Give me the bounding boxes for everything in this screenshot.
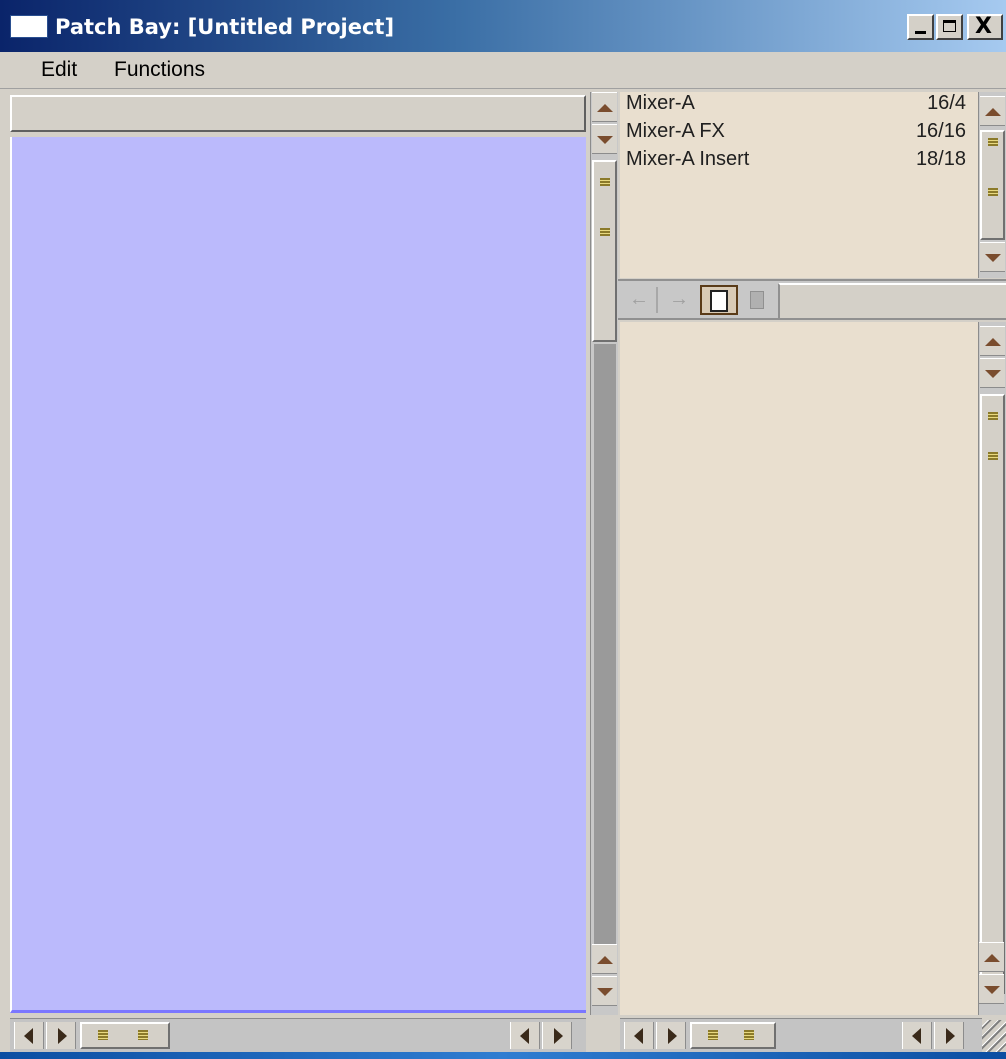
right-scroll-right-button[interactable]	[656, 1022, 686, 1049]
delete-button[interactable]	[742, 285, 772, 315]
arrow-right-icon	[668, 1028, 677, 1044]
device-ports: 16/4	[927, 92, 966, 114]
maximize-button[interactable]	[936, 14, 963, 40]
left-hscroll-thumb[interactable]	[80, 1022, 170, 1049]
trash-icon	[750, 291, 764, 309]
new-document-button[interactable]	[700, 285, 738, 315]
arrow-right-icon	[58, 1028, 67, 1044]
left-scroll-track[interactable]	[594, 344, 616, 944]
connection-area[interactable]	[620, 322, 978, 1015]
menu-edit[interactable]: Edit	[41, 58, 77, 82]
grip-icon	[744, 1030, 754, 1040]
devices-scroll-up-button[interactable]	[980, 96, 1005, 126]
maximize-icon	[943, 20, 956, 32]
right-scroll-thumb[interactable]	[980, 394, 1005, 994]
right-hscroll-thumb[interactable]	[690, 1022, 776, 1049]
grip-icon	[988, 452, 998, 460]
taskbar-strip	[0, 1052, 1006, 1059]
close-button[interactable]: X	[967, 14, 1003, 40]
grip-icon	[600, 178, 610, 186]
right-scroll-up-button[interactable]	[980, 326, 1005, 356]
left-lower-scroll-right-button[interactable]	[542, 1022, 572, 1049]
menu-bar: Edit Functions	[0, 52, 1006, 89]
left-vertical-scrollbar[interactable]	[590, 92, 618, 1015]
right-lower-scroll-up-button[interactable]	[979, 942, 1004, 972]
devices-scroll-thumb[interactable]	[980, 130, 1005, 240]
toolbar-field[interactable]	[778, 283, 1006, 318]
arrow-left-icon	[520, 1028, 529, 1044]
grip-icon	[138, 1030, 148, 1040]
minimize-icon	[915, 31, 926, 34]
arrow-up-icon	[985, 108, 1001, 116]
arrow-right-icon	[946, 1028, 955, 1044]
right-vertical-scrollbar[interactable]	[978, 322, 1006, 1015]
device-item[interactable]: Mixer-A FX 16/16	[626, 120, 966, 146]
left-pane-header	[10, 95, 586, 132]
left-horizontal-scrollbar[interactable]	[10, 1018, 586, 1052]
device-ports: 16/16	[915, 120, 966, 142]
right-lower-scroll-right-button[interactable]	[934, 1022, 964, 1049]
arrow-left-icon	[24, 1028, 33, 1044]
grip-icon	[98, 1030, 108, 1040]
device-name: Mixer-A Insert	[626, 148, 750, 170]
device-ports: 18/18	[915, 148, 966, 170]
devices-vertical-scrollbar[interactable]	[978, 92, 1006, 278]
resize-grip-icon[interactable]	[982, 1020, 1006, 1054]
arrow-up-icon	[597, 956, 613, 964]
arrow-left-icon	[912, 1028, 921, 1044]
title-bar[interactable]: Patch Bay: [Untitled Project] X	[0, 0, 1006, 52]
device-list: Mixer-A 16/4 Mixer-A FX 16/16 Mixer-A In…	[620, 92, 978, 278]
grip-icon	[988, 188, 998, 196]
right-lower-scroll-left-button[interactable]	[902, 1022, 932, 1049]
right-lower-scroll-buttons	[978, 940, 1006, 1016]
toolbar-separator	[656, 287, 658, 313]
arrow-down-icon	[597, 988, 613, 996]
forward-button[interactable]: →	[664, 285, 694, 315]
left-scroll-left-button[interactable]	[14, 1022, 44, 1049]
arrow-down-icon	[597, 136, 613, 144]
forward-arrow-icon: →	[669, 288, 689, 310]
right-scroll-left-button[interactable]	[624, 1022, 654, 1049]
patch-canvas[interactable]	[10, 137, 586, 1013]
grip-icon	[600, 228, 610, 236]
left-scroll-thumb[interactable]	[592, 160, 617, 342]
right-lower-scroll-down-button[interactable]	[979, 974, 1004, 1004]
grip-icon	[988, 138, 998, 146]
left-lower-scroll-left-button[interactable]	[510, 1022, 540, 1049]
grip-icon	[988, 412, 998, 420]
left-scroll-down-button[interactable]	[592, 124, 617, 154]
left-scroll-up-button[interactable]	[592, 92, 617, 122]
device-name: Mixer-A	[626, 92, 695, 114]
app-window-icon	[10, 15, 48, 38]
left-lower-scroll-down-button[interactable]	[592, 976, 617, 1006]
device-name: Mixer-A FX	[626, 120, 725, 142]
devices-scroll-down-button[interactable]	[980, 242, 1005, 272]
device-item[interactable]: Mixer-A 16/4	[626, 92, 966, 118]
window-title: Patch Bay: [Untitled Project]	[55, 15, 395, 39]
back-button[interactable]: ←	[624, 285, 654, 315]
arrow-left-icon	[634, 1028, 643, 1044]
right-scroll-down-button[interactable]	[980, 358, 1005, 388]
arrow-down-icon	[984, 986, 1000, 994]
arrow-down-icon	[985, 370, 1001, 378]
back-arrow-icon: ←	[629, 288, 649, 310]
arrow-up-icon	[597, 104, 613, 112]
close-icon: X	[975, 14, 992, 39]
arrow-right-icon	[554, 1028, 563, 1044]
menu-functions[interactable]: Functions	[114, 58, 205, 82]
right-horizontal-scrollbar[interactable]	[620, 1018, 982, 1052]
arrow-up-icon	[985, 338, 1001, 346]
minimize-button[interactable]	[907, 14, 934, 40]
new-document-icon	[710, 290, 728, 312]
device-item[interactable]: Mixer-A Insert 18/18	[626, 148, 966, 174]
grip-icon	[708, 1030, 718, 1040]
toolbar: ← →	[618, 279, 1006, 320]
arrow-up-icon	[984, 954, 1000, 962]
arrow-down-icon	[985, 254, 1001, 262]
left-lower-scroll-up-button[interactable]	[592, 944, 617, 974]
left-scroll-right-button[interactable]	[46, 1022, 76, 1049]
